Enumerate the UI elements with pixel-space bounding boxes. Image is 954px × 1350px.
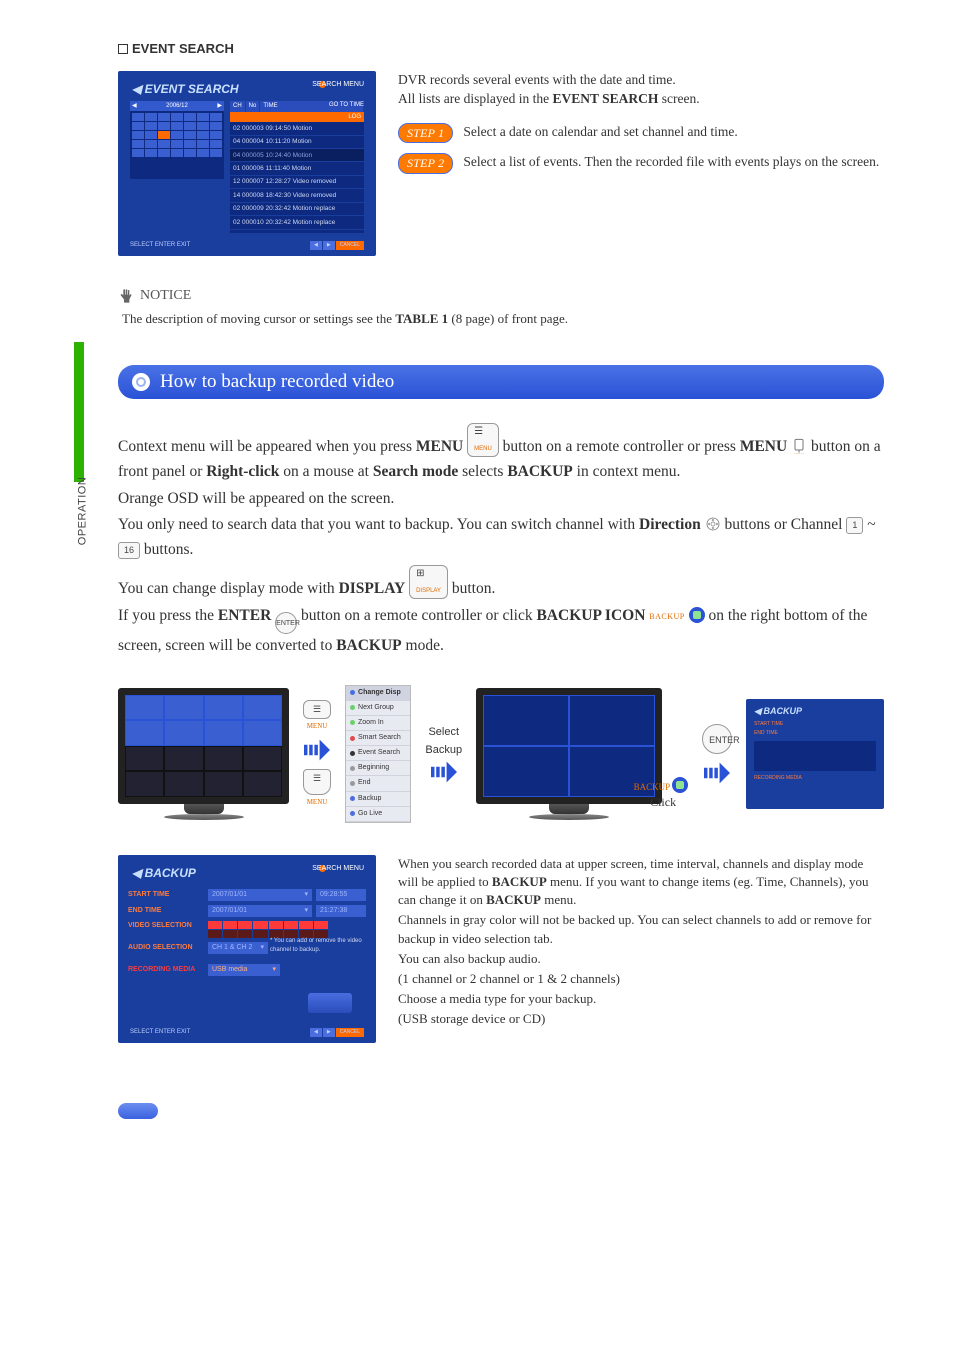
event-search-screenshot: ◀ EVENT SEARCH SEARCH MENU ◀2006/12▶ xyxy=(118,71,376,256)
menu-key-column: ☰ MENU ☰ MENU xyxy=(303,700,331,807)
event-row: 14 000008 18:42:30 Video removed xyxy=(230,189,364,202)
click-caption: Click xyxy=(650,794,676,811)
backup-heading-bar: How to backup recorded video xyxy=(118,365,884,399)
channel-1-key: 1 xyxy=(846,517,863,533)
backup-overlay-label: BACKUP xyxy=(634,777,688,794)
backup-lower-text: When you search recorded data at upper s… xyxy=(398,855,884,1031)
arrow-icon xyxy=(431,761,457,783)
select-label: Select xyxy=(428,725,459,741)
backup-chip-icon xyxy=(689,607,705,623)
event-row: 02 000010 20:32:42 Motion replace xyxy=(230,216,364,229)
context-menu: Change Disp Next Group Zoom In Smart Sea… xyxy=(345,685,411,823)
event-row: 02 000003 09:14:50 Motion xyxy=(230,122,364,135)
event-row: 12 000007 12:28:27 Video removed xyxy=(230,176,364,189)
shot-footer-hints: SELECT ENTER EXIT xyxy=(130,241,190,250)
side-tab-label: OPERATION xyxy=(75,477,91,545)
device-image xyxy=(308,993,352,1013)
step-1-badge: STEP 1 xyxy=(398,123,453,144)
intro-paragraph: DVR records several events with the date… xyxy=(398,71,884,109)
calendar-panel: ◀2006/12▶ xyxy=(130,101,224,179)
event-row: 04 000004 10:11:20 Motion xyxy=(230,136,364,149)
video-channel-grid xyxy=(208,921,328,938)
menu-key-sub: MENU xyxy=(307,721,328,731)
step-2-text: Select a list of events. Then the record… xyxy=(463,153,884,172)
notice-head-text: NOTICE xyxy=(140,286,191,306)
backup-body: Context menu will be appeared when you p… xyxy=(118,423,884,659)
menu-panel-key-icon: MENU xyxy=(791,438,807,454)
backup-chip-icon xyxy=(672,777,688,793)
goto-time-label: GO TO TIME xyxy=(329,101,364,110)
section-event-search-title: EVENT SEARCH xyxy=(118,40,884,59)
step-1-text: Select a date on calendar and set channe… xyxy=(463,123,884,142)
backup-label: Backup xyxy=(425,743,462,759)
event-row: 04 000005 10:24:40 Motion xyxy=(230,149,364,162)
enter-key-icon: ENTER xyxy=(275,612,297,634)
square-bullet-icon xyxy=(118,44,128,54)
page-footer xyxy=(118,1103,884,1119)
direction-keys-icon xyxy=(705,516,721,532)
backup-side-note: * You can add or remove the video channe… xyxy=(270,937,362,954)
menu-remote-key-icon: ☰MENU xyxy=(467,423,499,457)
shot-footer-buttons: ◀▶CANCEL xyxy=(309,241,364,250)
menu-key-sub2: MENU xyxy=(307,797,328,807)
notice-body: The description of moving cursor or sett… xyxy=(118,310,884,329)
menu-key-top: ☰ xyxy=(303,700,331,719)
event-list-panel: CHNoTIME LOG 02 000003 09:14:50 Motion 0… xyxy=(230,101,364,233)
event-row: 02 000009 20:32:42 Motion replace xyxy=(230,203,364,216)
shot-footer-hints: SELECT ENTER EXIT xyxy=(130,1028,190,1037)
event-row: 01 000006 11:11:40 Motion xyxy=(230,162,364,175)
backup-flow-row: ☰ MENU ☰ MENU Change Disp Next Group Zoo… xyxy=(118,685,884,823)
backup-heading-text: How to backup recorded video xyxy=(160,368,394,396)
enter-key-column: ENTER xyxy=(702,724,732,784)
display-key-icon: ⊞DISPLAY xyxy=(409,565,448,599)
arrow-icon xyxy=(304,739,330,761)
shot-menu-label: SEARCH MENU xyxy=(312,80,364,90)
backup-small-label: BACKUP xyxy=(649,612,684,621)
page-number-pill xyxy=(118,1103,158,1119)
step-1-row: STEP 1 Select a date on calendar and set… xyxy=(398,123,884,144)
shot-menu-label: SEARCH MENU xyxy=(312,864,364,874)
arrow-icon xyxy=(704,762,730,784)
menu-panel-key: ☰ xyxy=(303,769,331,795)
notice-hand-icon xyxy=(118,288,134,304)
step-2-row: STEP 2 Select a list of events. Then the… xyxy=(398,153,884,174)
shot-footer-buttons: ◀▶CANCEL xyxy=(309,1028,364,1037)
heading-circle-icon xyxy=(132,373,150,391)
notice-block: NOTICE The description of moving cursor … xyxy=(118,286,884,329)
enter-key: ENTER xyxy=(702,724,732,754)
monitor-2 xyxy=(476,688,662,820)
shot-title: ◀ EVENT SEARCH xyxy=(132,81,239,98)
channel-16-key: 16 xyxy=(118,542,140,558)
section-title-text: EVENT SEARCH xyxy=(132,41,234,56)
side-tab: OPERATION xyxy=(74,456,92,566)
svg-text:MENU: MENU xyxy=(794,452,804,454)
backup-screenshot: ◀ BACKUP SEARCH MENU START TIME2007/01/0… xyxy=(118,855,376,1043)
step-2-badge: STEP 2 xyxy=(398,153,453,174)
backup-mini-screenshot: ◀ BACKUP START TIME END TIME RECORDING M… xyxy=(746,699,884,809)
monitor-1 xyxy=(118,688,289,820)
